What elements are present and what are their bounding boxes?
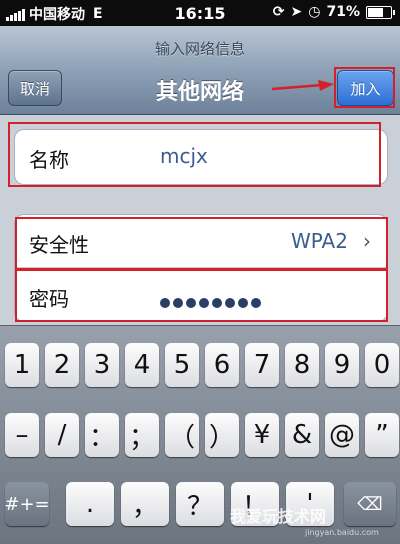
key-symbol-6[interactable]: ¥ <box>245 413 279 457</box>
battery-fill <box>368 7 383 17</box>
symbols-key[interactable]: #+= <box>4 482 50 526</box>
watermark-url: jingyan.baidu.com <box>305 528 379 537</box>
battery-icon <box>366 5 395 19</box>
key-punct-2[interactable]: ？ <box>176 482 224 526</box>
pointer-arrow-icon <box>272 80 334 91</box>
key-symbol-3[interactable]: ； <box>125 413 159 457</box>
key-symbol-0[interactable]: – <box>5 413 39 457</box>
status-right: ⟳ ➤ ◷ 71% <box>272 4 395 20</box>
key-symbol-8[interactable]: @ <box>325 413 359 457</box>
key-1[interactable]: 1 <box>5 343 39 387</box>
key-0[interactable]: 0 <box>365 343 399 387</box>
key-8[interactable]: 8 <box>285 343 319 387</box>
key-5[interactable]: 5 <box>165 343 199 387</box>
key-symbol-7[interactable]: & <box>285 413 319 457</box>
status-bar: 中国移动 E 16:15 ⟳ ➤ ◷ 71% <box>0 0 400 26</box>
nav-prompt: 输入网络信息 <box>154 40 245 58</box>
password-highlight <box>15 269 388 322</box>
cancel-button[interactable]: 取消 <box>8 70 62 106</box>
key-2[interactable]: 2 <box>45 343 79 387</box>
rotation-lock-icon: ⟳ <box>272 4 285 20</box>
security-highlight <box>15 217 388 270</box>
watermark: 我爱玩技术网 <box>230 507 327 526</box>
key-symbol-9[interactable]: ” <box>365 413 399 457</box>
key-symbol-1[interactable]: / <box>45 413 79 457</box>
key-symbol-4[interactable]: （ <box>165 413 199 457</box>
join-button-highlight <box>334 67 395 108</box>
delete-key-icon[interactable]: ⌫ <box>344 482 396 526</box>
key-symbol-2[interactable]: ： <box>85 413 119 457</box>
key-4[interactable]: 4 <box>125 343 159 387</box>
location-icon: ➤ <box>290 4 303 20</box>
alarm-icon: ◷ <box>308 4 321 20</box>
name-highlight <box>8 122 381 187</box>
key-6[interactable]: 6 <box>205 343 239 387</box>
key-symbol-5[interactable]: ） <box>205 413 239 457</box>
key-punct-0[interactable]: . <box>66 482 114 526</box>
key-punct-1[interactable]: ， <box>121 482 169 526</box>
key-9[interactable]: 9 <box>325 343 359 387</box>
battery-percent: 71% <box>326 4 360 20</box>
key-3[interactable]: 3 <box>85 343 119 387</box>
key-7[interactable]: 7 <box>245 343 279 387</box>
